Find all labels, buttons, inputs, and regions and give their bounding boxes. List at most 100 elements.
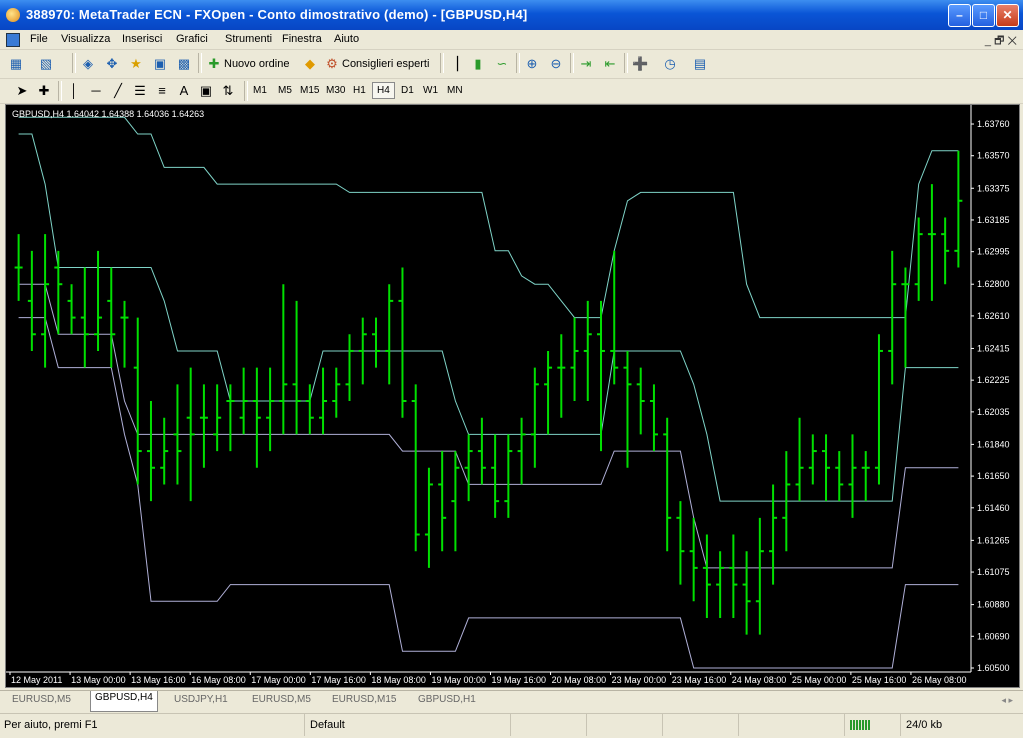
fibonacci-icon[interactable]: ≡ xyxy=(154,83,170,99)
mdi-controls[interactable]: _ 🗗 ✕ xyxy=(985,32,1017,51)
toolbar-separator xyxy=(58,81,62,101)
line-chart-icon[interactable]: ∽ xyxy=(494,56,510,72)
timeframe-h1[interactable]: H1 xyxy=(350,84,369,97)
ohlc-bar xyxy=(583,300,592,402)
ohlc-bar xyxy=(835,451,844,502)
price-chart[interactable]: 1.63760 1.63570 1.63375 1.63185 1.62995 1.628… xyxy=(6,105,1019,687)
ohlc-bar xyxy=(438,451,447,552)
templates-icon[interactable]: ▤ xyxy=(692,56,708,72)
menu-app-icon[interactable] xyxy=(6,33,20,50)
menu-view[interactable]: Visualizza xyxy=(61,33,110,45)
status-bar: Per aiuto, premi F1 Default 24/0 kb xyxy=(0,713,1023,737)
ohlc-bar xyxy=(927,184,936,301)
new-order-button[interactable]: Nuovo ordine xyxy=(224,58,289,70)
arrows-icon[interactable]: ⇅ xyxy=(220,83,236,99)
new-order-icon[interactable]: ✚ xyxy=(206,56,222,72)
timeframe-m5[interactable]: M5 xyxy=(275,84,295,97)
cursor-icon[interactable]: ➤ xyxy=(14,83,30,99)
ohlc-bar xyxy=(597,300,606,452)
status-cell xyxy=(588,714,663,736)
chart-tab-active[interactable]: GBPUSD,H4 xyxy=(90,691,158,712)
drawing-toolbar: ➤ ✚ │ ─ ╱ ☰ ≡ A ▣ ⇅ M1 M5 M15 M30 H1 H4 … xyxy=(0,79,1023,104)
timeframe-d1[interactable]: D1 xyxy=(398,84,417,97)
ohlc-bar xyxy=(94,250,103,351)
timeframe-m1[interactable]: M1 xyxy=(250,84,270,97)
expert-advisors-button[interactable]: Consiglieri esperti xyxy=(342,58,429,70)
price-label: 1.61650 xyxy=(977,471,1010,481)
timeframe-w1[interactable]: W1 xyxy=(420,84,441,97)
ohlc-bar xyxy=(848,434,857,518)
minimize-button[interactable]: – xyxy=(948,4,971,27)
time-label: 23 May 16:00 xyxy=(672,675,727,685)
price-label: 1.61460 xyxy=(977,503,1010,513)
ohlc-bar xyxy=(199,384,208,468)
ohlc-bar xyxy=(266,367,275,452)
experts-icon[interactable]: ⚙ xyxy=(324,56,340,72)
crosshair-icon[interactable]: ✚ xyxy=(36,83,52,99)
ohlc-bar xyxy=(252,367,261,468)
trendline-icon[interactable]: ╱ xyxy=(110,83,126,99)
time-label: 18 May 08:00 xyxy=(371,675,426,685)
menu-window[interactable]: Finestra xyxy=(282,33,322,45)
ohlc-bar xyxy=(676,501,685,585)
indicators-icon[interactable]: ➕ xyxy=(632,56,648,72)
time-label: 24 May 08:00 xyxy=(732,675,787,685)
chart-tab[interactable]: EURUSD,M5 xyxy=(8,693,75,711)
ohlc-bar xyxy=(808,434,817,485)
time-label: 17 May 00:00 xyxy=(251,675,306,685)
close-button[interactable]: ✕ xyxy=(996,4,1019,27)
periods-icon[interactable]: ◷ xyxy=(662,56,678,72)
timeframe-m30[interactable]: M30 xyxy=(323,84,348,97)
tester-icon[interactable]: ▩ xyxy=(176,56,192,72)
timeframe-mn[interactable]: MN xyxy=(444,84,466,97)
terminal-icon[interactable]: ▣ xyxy=(152,56,168,72)
ohlc-bar xyxy=(623,350,632,468)
ohlc-bar xyxy=(160,417,169,485)
market-watch-icon[interactable]: ◈ xyxy=(80,56,96,72)
chart-shift-icon[interactable]: ⇤ xyxy=(602,56,618,72)
time-label: 16 May 08:00 xyxy=(191,675,246,685)
toolbar-separator xyxy=(72,53,76,73)
text-label-icon[interactable]: ▣ xyxy=(198,83,214,99)
autoscroll-icon[interactable]: ⇥ xyxy=(578,56,594,72)
zoom-in-icon[interactable]: ⊕ xyxy=(524,56,540,72)
toolbar-separator xyxy=(198,53,202,73)
time-label: 25 May 00:00 xyxy=(792,675,847,685)
data-window-icon[interactable]: ★ xyxy=(128,56,144,72)
app-icon xyxy=(6,8,20,22)
bar-chart-icon[interactable]: ⎥ xyxy=(448,56,464,72)
chart-tab[interactable]: EURUSD,M15 xyxy=(328,693,400,711)
ohlc-bar xyxy=(451,451,460,552)
chart-tab[interactable]: USDJPY,H1 xyxy=(170,693,232,711)
menu-insert[interactable]: Inserisci xyxy=(122,33,162,45)
candlestick-icon[interactable]: ▮ xyxy=(470,56,486,72)
menu-tools[interactable]: Strumenti xyxy=(225,33,272,45)
channel-icon[interactable]: ☰ xyxy=(132,83,148,99)
navigator-icon[interactable]: ✥ xyxy=(104,56,120,72)
chart-window[interactable]: 1.63760 1.63570 1.63375 1.63185 1.62995 1.628… xyxy=(5,104,1020,688)
ohlc-bar xyxy=(226,384,235,452)
chart-tab[interactable]: EURUSD,M5 xyxy=(248,693,315,711)
timeframe-h4[interactable]: H4 xyxy=(372,82,395,99)
menu-help[interactable]: Aiuto xyxy=(334,33,359,45)
timeframe-m15[interactable]: M15 xyxy=(297,84,322,97)
maximize-button[interactable]: □ xyxy=(972,4,995,27)
new-chart-icon[interactable]: ▦ xyxy=(8,56,24,72)
menu-file[interactable]: File xyxy=(30,33,48,45)
zoom-out-icon[interactable]: ⊖ xyxy=(548,56,564,72)
alert-icon[interactable]: ◆ xyxy=(302,56,318,72)
chart-tab[interactable]: GBPUSD,H1 xyxy=(414,693,480,711)
menu-bar: File Visualizza Inserisci Grafici Strume… xyxy=(0,30,1023,50)
ohlc-bar xyxy=(464,434,473,502)
ohlc-bar xyxy=(385,284,394,385)
text-tool-icon[interactable]: A xyxy=(176,83,192,99)
price-label: 1.62035 xyxy=(977,407,1010,417)
time-label: 20 May 08:00 xyxy=(552,675,607,685)
price-label: 1.62610 xyxy=(977,311,1010,321)
profiles-icon[interactable]: ▧ xyxy=(38,56,54,72)
vertical-line-icon[interactable]: │ xyxy=(66,83,82,99)
horizontal-line-icon[interactable]: ─ xyxy=(88,83,104,99)
menu-charts[interactable]: Grafici xyxy=(176,33,208,45)
tab-scroll-arrows[interactable]: ◂ ▸ xyxy=(1001,695,1013,706)
ohlc-bar xyxy=(755,517,764,635)
